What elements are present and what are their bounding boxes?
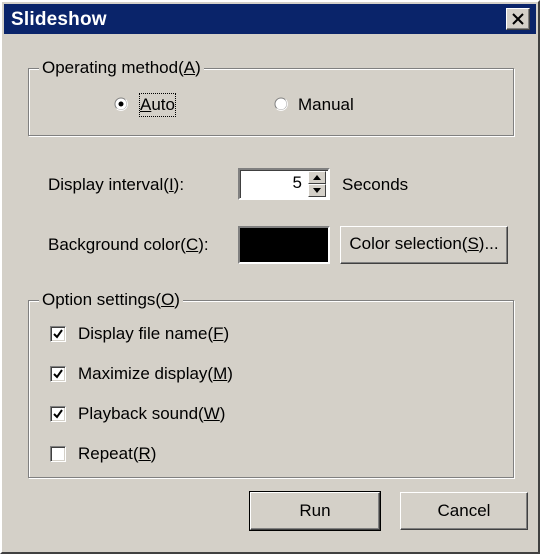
display-interval-label: Display interval(I): [48,175,185,194]
display-interval-stepper[interactable]: 5 [238,168,330,200]
display-interval-unit: Seconds [342,175,409,194]
operating-method-legend: Operating method(A) [39,57,204,79]
maximize-display-label[interactable]: Maximize display(M) [78,363,233,385]
spin-up-button[interactable] [308,171,326,184]
background-color-label: Background color(C): [48,235,209,254]
window-title: Slideshow [11,9,107,30]
checkmark-icon [53,409,63,419]
slideshow-dialog: Slideshow Operating method(A) Auto Manua… [0,0,540,554]
display-file-name-checkbox[interactable] [50,326,66,342]
radio-auto[interactable] [114,97,128,111]
maximize-display-checkbox[interactable] [50,366,66,382]
spin-down-button[interactable] [308,184,326,197]
display-interval-value[interactable]: 5 [293,173,302,193]
radio-manual-label[interactable]: Manual [298,94,354,116]
radio-manual[interactable] [274,97,288,111]
checkmark-icon [53,329,63,339]
playback-sound-checkbox[interactable] [50,406,66,422]
option-settings-legend: Option settings(O) [39,289,183,311]
repeat-label[interactable]: Repeat(R) [78,443,156,465]
arrow-down-icon [313,188,321,193]
title-bar[interactable]: Slideshow [4,4,536,34]
close-button[interactable] [506,8,530,30]
playback-sound-label[interactable]: Playback sound(W) [78,403,225,425]
color-selection-button[interactable]: Color selection(S)... [340,226,508,264]
display-file-name-label[interactable]: Display file name(F) [78,323,229,345]
radio-auto-label[interactable]: Auto [139,93,176,117]
background-color-swatch [238,226,330,264]
checkmark-icon [53,369,63,379]
arrow-up-icon [313,175,321,180]
close-icon [512,13,524,25]
repeat-checkbox[interactable] [50,446,66,462]
cancel-button[interactable]: Cancel [400,492,528,530]
run-button[interactable]: Run [249,491,381,531]
operating-method-group: Operating method(A) [28,57,514,136]
